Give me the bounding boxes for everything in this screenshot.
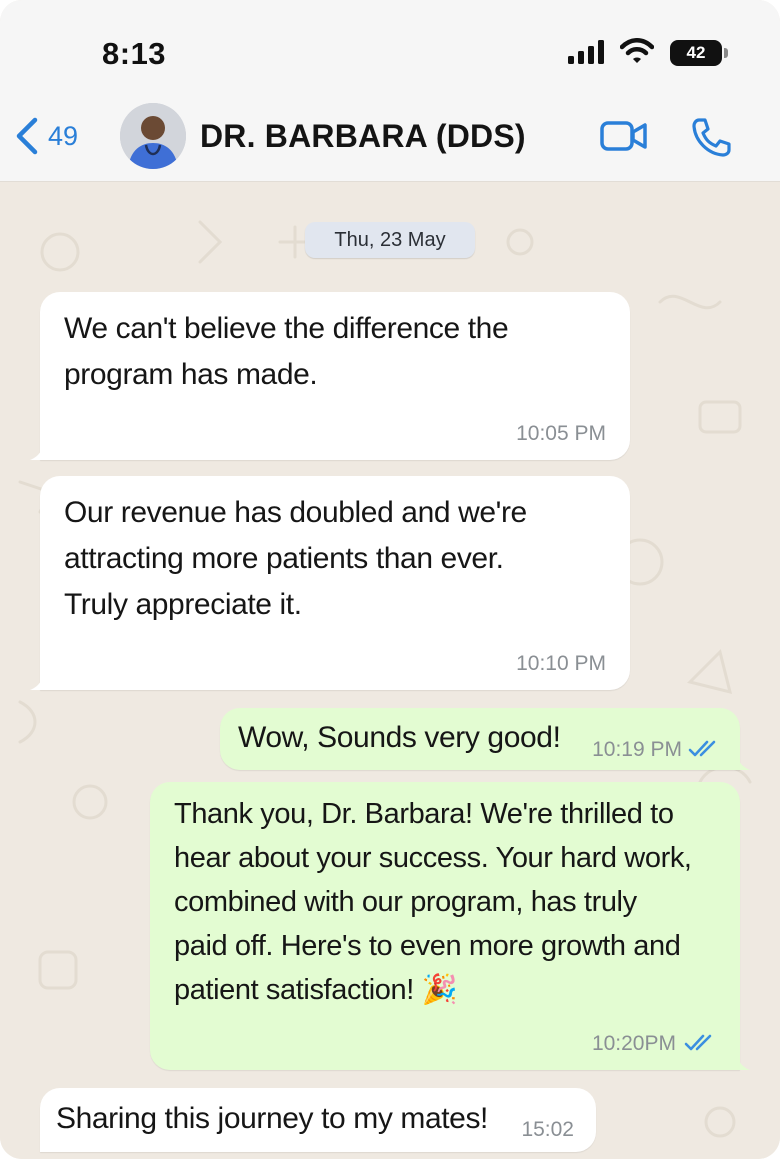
message-text: Thank you, Dr. Barbara! We're thrilled t… (174, 798, 692, 1006)
message-time: 10:20PM (591, 1032, 676, 1055)
bubble-tail (726, 1050, 750, 1070)
message-time: 10:10 PM (516, 652, 606, 675)
message-text: Sharing this journey to my mates! (56, 1102, 488, 1135)
message-bubble-outgoing[interactable]: Wow, Sounds very good! 10:19 PM (220, 708, 750, 770)
phone-call-icon[interactable] (690, 116, 732, 158)
status-time: 8:13 (102, 36, 167, 71)
bubble-tail (30, 670, 54, 690)
message-bubble-outgoing[interactable]: Thank you, Dr. Barbara! We're thrilled t… (150, 782, 750, 1070)
message-time: 10:19 PM (592, 738, 682, 761)
wifi-icon (620, 38, 654, 63)
contact-name[interactable]: DR. BARBARA (DDS) (200, 118, 526, 155)
battery-level: 42 (670, 40, 722, 66)
message-text: Wow, Sounds very good! (238, 721, 561, 754)
bubble-tail (726, 750, 750, 770)
message-time: 15:02 (521, 1118, 574, 1141)
battery-icon: 42 (670, 40, 728, 66)
double-check-icon (684, 1034, 712, 1051)
chat-header: 49 DR. BARBARA (DDS) (0, 96, 780, 182)
contact-avatar[interactable] (120, 103, 186, 169)
video-call-icon[interactable] (600, 118, 648, 154)
message-text: Our revenue has doubled and we're attrac… (64, 496, 527, 621)
message-bubble-incoming[interactable]: Sharing this journey to my mates! 15:02 (40, 1088, 596, 1152)
avatar-image (120, 103, 186, 169)
battery-tip (724, 48, 728, 58)
status-bar: 8:13 42 (0, 0, 780, 96)
back-button[interactable]: 49 (14, 114, 78, 158)
date-separator: Thu, 23 May (305, 222, 475, 258)
message-bubble-incoming[interactable]: Our revenue has doubled and we're attrac… (30, 476, 630, 690)
back-chevron-icon (16, 117, 38, 155)
double-check-icon (688, 740, 716, 757)
message-time: 10:05 PM (516, 422, 606, 445)
unread-count: 49 (48, 120, 79, 151)
message-text: We can't believe the difference the prog… (64, 312, 509, 391)
message-bubble-incoming[interactable]: We can't believe the difference the prog… (30, 292, 630, 460)
bubble-tail (30, 440, 54, 460)
signal-icon (568, 40, 604, 64)
chat-screen: 8:13 42 49 DR. BARBARA (DDS) Thu, 23 May… (0, 0, 780, 1159)
